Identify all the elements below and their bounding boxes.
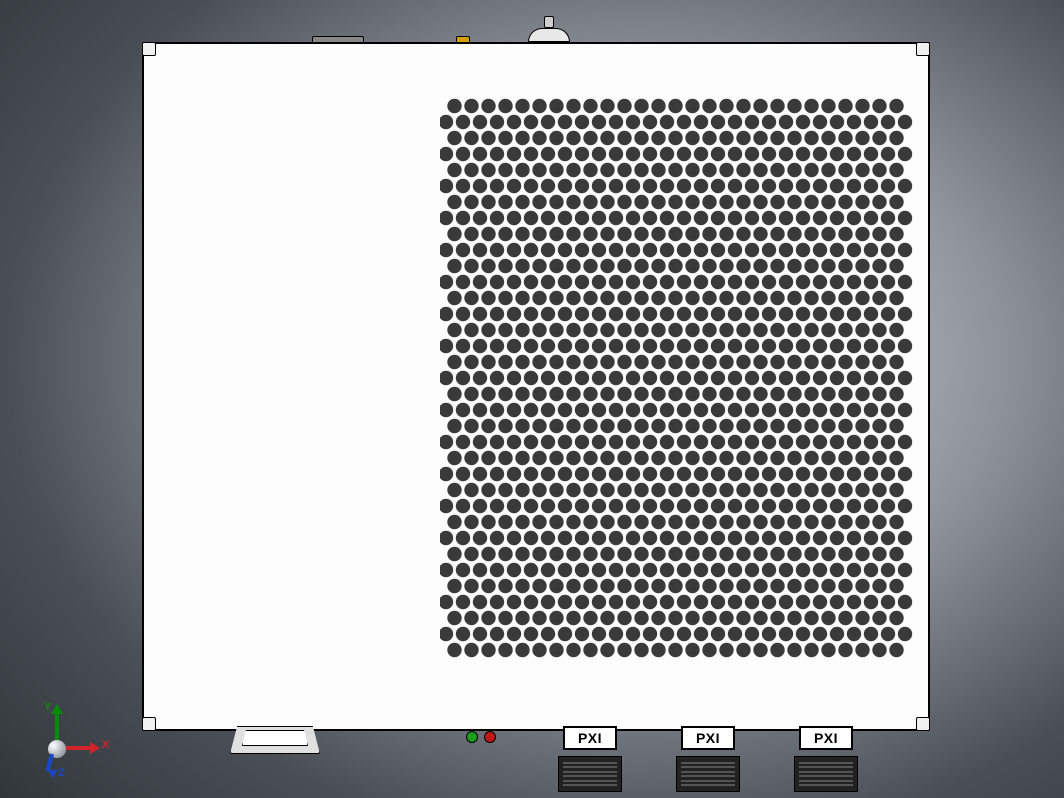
ventilation-grill [440,96,920,696]
chassis-top-view[interactable]: PXI PXI PXI [138,30,930,744]
pxi-label-2: PXI [681,726,735,750]
z-axis-arrowhead-icon [48,770,58,778]
dsub-connector [230,726,318,752]
cad-viewport[interactable]: PXI PXI PXI Y X Z [0,0,1064,798]
view-orientation-triad[interactable]: Y X Z [28,702,98,772]
pxi-vent-3 [794,756,858,792]
corner-bracket-br [916,717,930,731]
led-red [484,731,496,743]
pxi-module-3: PXI [794,726,858,792]
x-axis-line [62,746,92,750]
pxi-module-2: PXI [676,726,740,792]
connector-base [528,28,570,42]
corner-bracket-bl [142,717,156,731]
pxi-module-1: PXI [558,726,622,792]
corner-bracket-tl [142,42,156,56]
status-leds [466,730,498,748]
pxi-vent-1 [558,756,622,792]
pxi-label-1: PXI [563,726,617,750]
pxi-label-3: PXI [799,726,853,750]
x-axis-arrowhead-icon [90,742,100,754]
antenna-connector [528,22,568,42]
chassis-top-panel [142,42,930,731]
y-axis-label: Y [44,702,51,713]
led-green [466,731,478,743]
y-axis-arrowhead-icon [51,704,63,714]
corner-bracket-tr [916,42,930,56]
x-axis-label: X [102,740,109,751]
pxi-vent-2 [676,756,740,792]
dsub-inner [242,730,308,746]
z-axis-label: Z [58,768,65,779]
y-axis-line [55,712,59,742]
connector-pin [544,16,554,28]
